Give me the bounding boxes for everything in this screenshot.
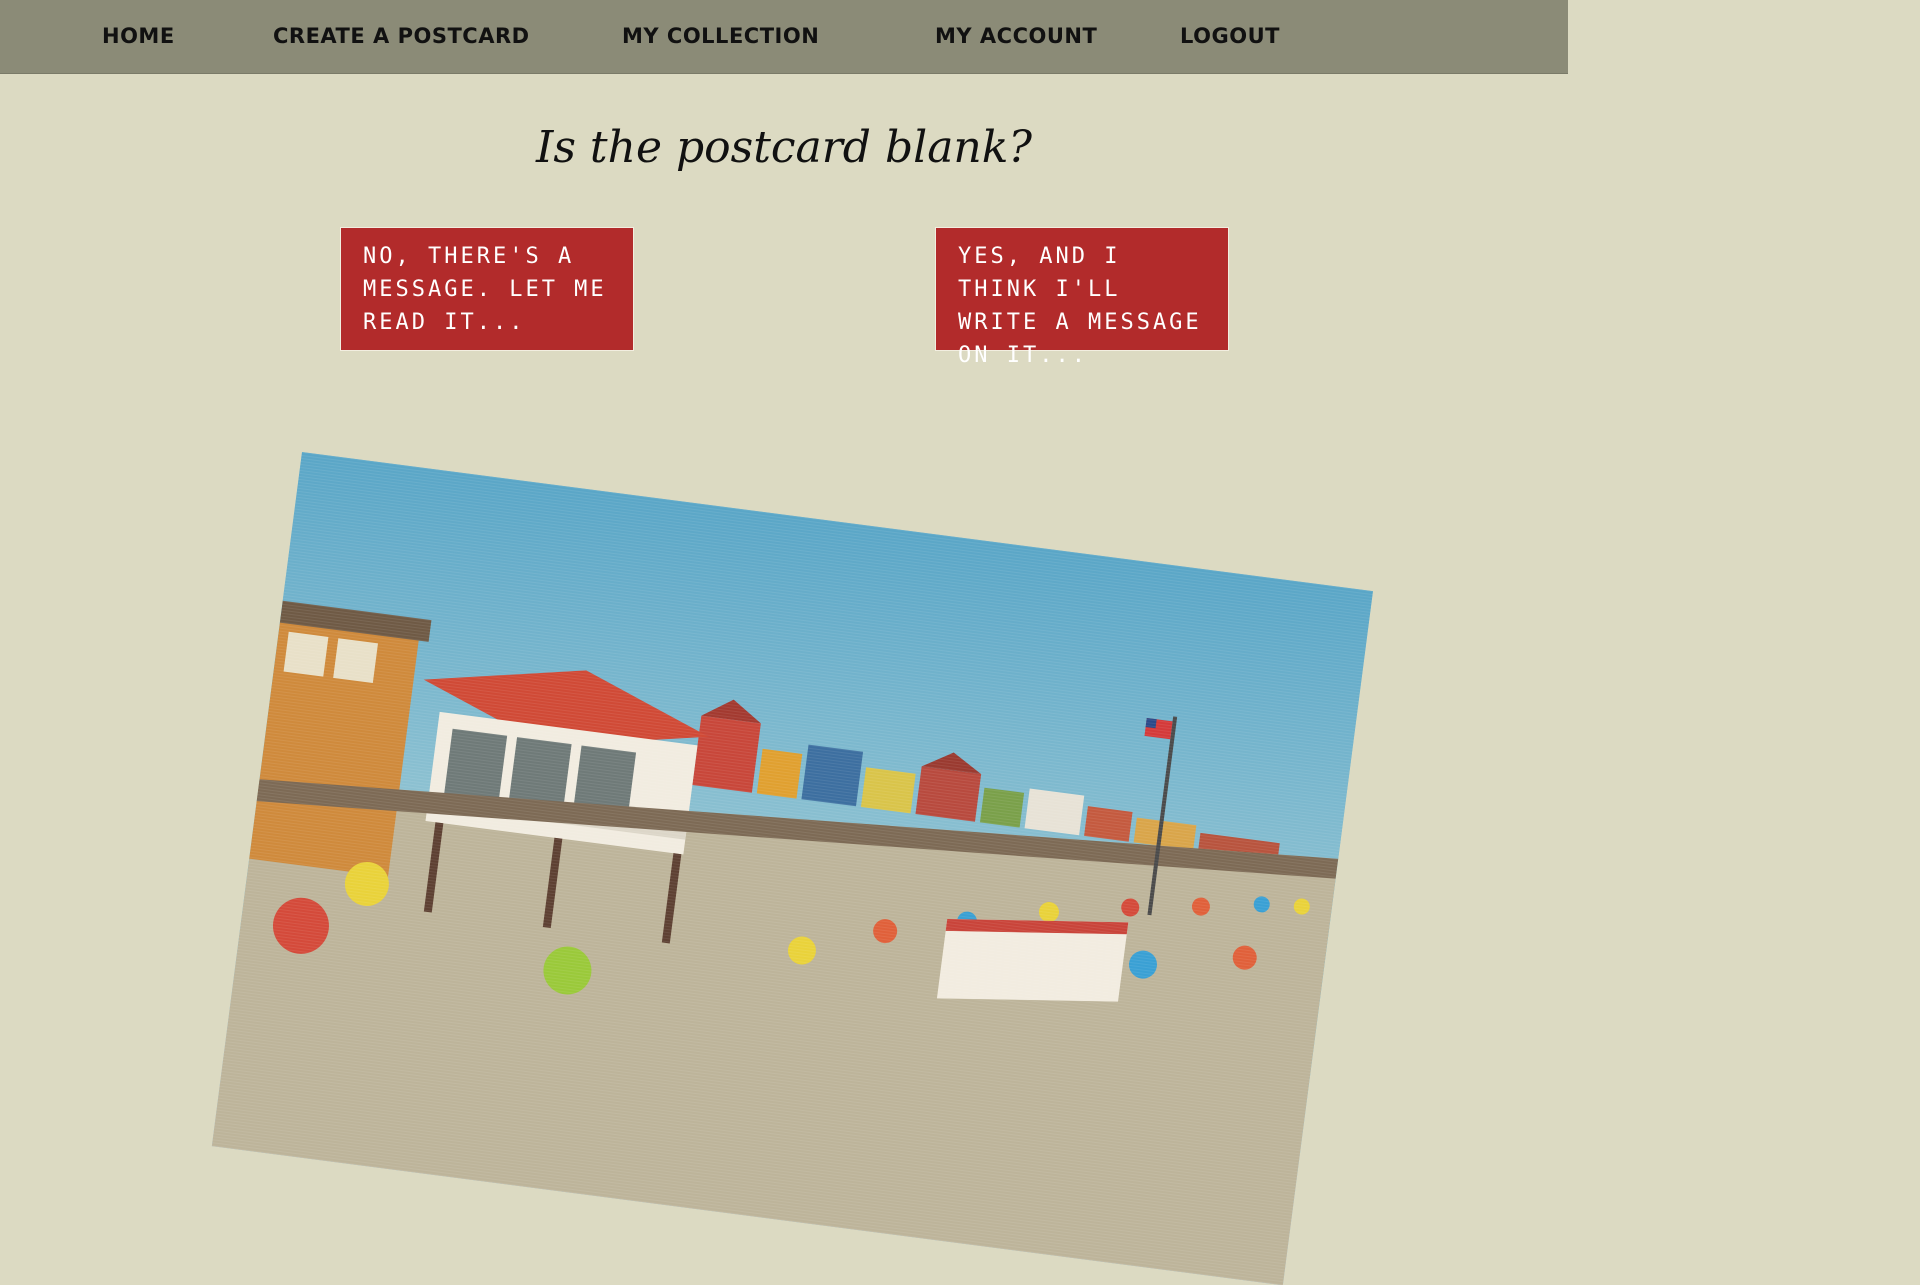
nav-logout-link[interactable]: Logout (1180, 24, 1280, 48)
top-nav-bar: Home Create a Postcard My Collection My … (0, 0, 1568, 74)
nav-my-collection-link[interactable]: My Collection (622, 24, 819, 48)
vintage-boardwalk-beach-postcard-icon (211, 452, 1374, 1285)
nav-home-link[interactable]: Home (102, 24, 175, 48)
page-question-heading: Is the postcard blank? (535, 122, 1033, 173)
nav-create-postcard-link[interactable]: Create a Postcard (273, 24, 530, 48)
nav-my-account-link[interactable]: My Account (935, 24, 1097, 48)
read-message-button[interactable]: No, there's a message. Let me read it... (340, 227, 634, 351)
postcard-image[interactable] (211, 452, 1374, 1285)
write-message-button[interactable]: Yes, and I think I'll write a message on… (935, 227, 1229, 368)
